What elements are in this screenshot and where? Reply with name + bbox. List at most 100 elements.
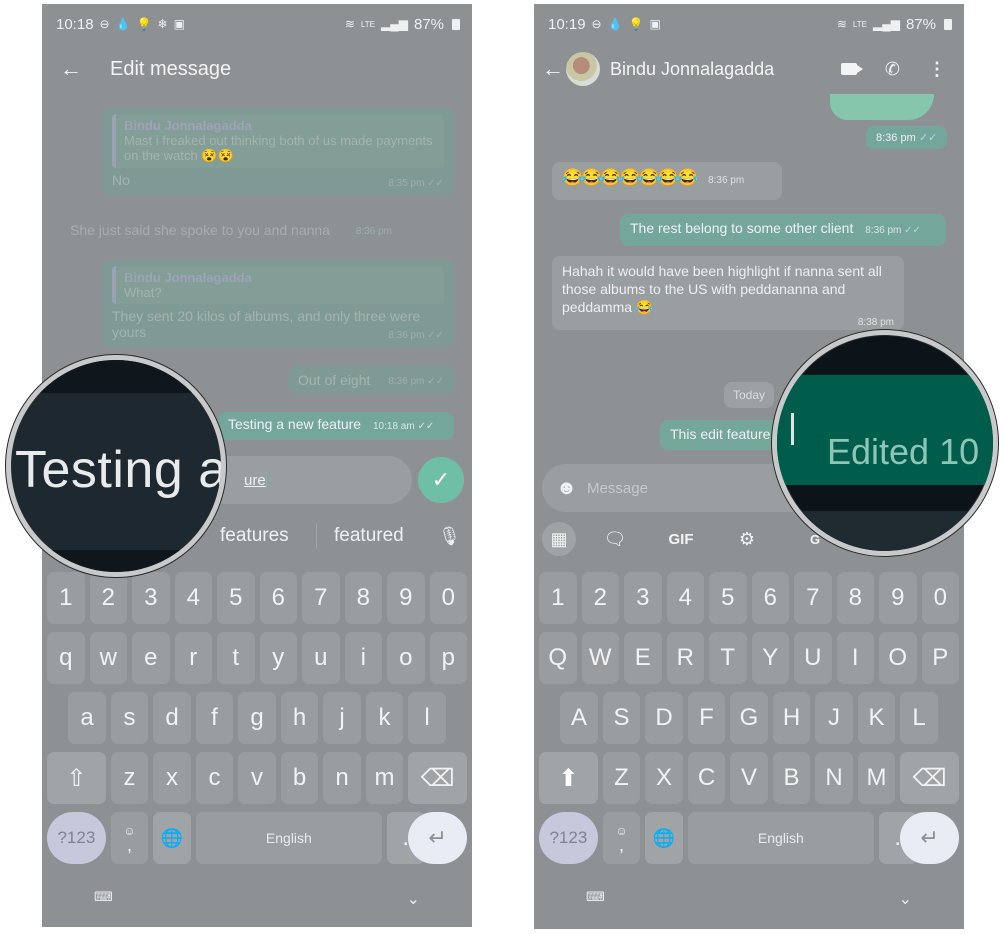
key-g[interactable]: g — [238, 692, 276, 744]
key-u[interactable]: U — [794, 632, 832, 684]
message-bubble-being-edited[interactable]: Testing a new feature 10:18 am ✓✓ — [218, 412, 454, 440]
key-u[interactable]: u — [302, 632, 340, 684]
phone-call-icon[interactable]: ✆ — [885, 59, 900, 80]
key-y[interactable]: Y — [751, 632, 789, 684]
key-v[interactable]: v — [238, 752, 276, 804]
key-3[interactable]: 3 — [132, 572, 170, 624]
key-q[interactable]: Q — [539, 632, 577, 684]
key-c[interactable]: C — [687, 752, 726, 804]
quoted-message[interactable]: Bindu Jonnalagadda Mast i freaked out th… — [112, 114, 444, 168]
key-e[interactable]: E — [624, 632, 662, 684]
key-m[interactable]: m — [365, 752, 404, 804]
key-1[interactable]: 1 — [539, 572, 577, 624]
message-bubble[interactable]: Bindu Jonnalagadda What? They sent 20 ki… — [102, 260, 454, 347]
keyboard-switch-icon[interactable]: ⌨ — [586, 889, 605, 905]
key-1[interactable]: 1 — [47, 572, 85, 624]
spacebar[interactable]: English — [195, 812, 382, 864]
key-b[interactable]: b — [280, 752, 319, 804]
mic-icon[interactable]: 🎙 — [438, 526, 461, 547]
spacebar[interactable]: English — [687, 812, 874, 864]
key-6[interactable]: 6 — [259, 572, 297, 624]
message-bubble[interactable]: She just said she spoke to you and nanna… — [60, 216, 402, 244]
key-w[interactable]: w — [89, 632, 127, 684]
key-l[interactable]: l — [408, 692, 446, 744]
enter-key[interactable]: ↵ — [408, 812, 467, 864]
backspace-key[interactable]: ⌫ — [408, 752, 467, 804]
key-k[interactable]: K — [857, 692, 896, 744]
key-9[interactable]: 9 — [387, 572, 425, 624]
shift-key[interactable]: ⇧ — [47, 752, 106, 804]
key-w[interactable]: W — [581, 632, 619, 684]
key-o[interactable]: o — [387, 632, 425, 684]
key-m[interactable]: M — [857, 752, 896, 804]
key-p[interactable]: P — [921, 632, 959, 684]
key-r[interactable]: R — [666, 632, 704, 684]
back-arrow-icon[interactable]: ← — [42, 56, 96, 82]
message-bubble[interactable]: 8:36 pm ✓✓ — [866, 126, 948, 149]
shift-key[interactable]: ⬆ — [539, 752, 598, 804]
key-t[interactable]: T — [709, 632, 747, 684]
symbols-key[interactable]: ?123 — [539, 812, 598, 864]
message-bubble[interactable]: Bindu Jonnalagadda Mast i freaked out th… — [102, 108, 454, 195]
comma-emoji-key[interactable]: ☺, — [602, 812, 641, 864]
key-p[interactable]: p — [429, 632, 467, 684]
settings-icon[interactable]: ⚙ — [730, 522, 764, 556]
key-f[interactable]: f — [195, 692, 234, 744]
symbols-key[interactable]: ?123 — [47, 812, 106, 864]
hide-keyboard-icon[interactable]: ⌄ — [899, 889, 912, 909]
key-2[interactable]: 2 — [581, 572, 619, 624]
suggestion-item[interactable]: featured — [334, 525, 404, 547]
key-r[interactable]: r — [174, 632, 212, 684]
key-t[interactable]: t — [217, 632, 255, 684]
key-o[interactable]: O — [879, 632, 917, 684]
more-options-icon[interactable]: ⋮ — [928, 59, 946, 80]
message-bubble[interactable]: Hahah it would have been highlight if na… — [552, 256, 904, 330]
key-4[interactable]: 4 — [666, 572, 704, 624]
quoted-message[interactable]: Bindu Jonnalagadda What? — [112, 266, 444, 304]
key-x[interactable]: x — [153, 752, 191, 804]
message-bubble[interactable]: The rest belong to some other client 8:3… — [620, 214, 946, 246]
globe-key[interactable]: 🌐 — [153, 812, 191, 864]
key-g[interactable]: G — [730, 692, 768, 744]
key-4[interactable]: 4 — [174, 572, 212, 624]
emoji-icon[interactable]: ☻ — [556, 477, 577, 500]
key-i[interactable]: I — [836, 632, 874, 684]
key-v[interactable]: V — [730, 752, 768, 804]
key-y[interactable]: y — [259, 632, 297, 684]
key-5[interactable]: 5 — [217, 572, 255, 624]
globe-key[interactable]: 🌐 — [645, 812, 683, 864]
key-j[interactable]: j — [323, 692, 361, 744]
sticker-icon[interactable]: 🗨 — [598, 522, 632, 556]
key-s[interactable]: s — [110, 692, 149, 744]
backspace-key[interactable]: ⌫ — [900, 752, 959, 804]
suggestion-item[interactable]: features — [220, 525, 289, 547]
key-n[interactable]: n — [323, 752, 361, 804]
hide-keyboard-icon[interactable]: ⌄ — [407, 889, 420, 909]
key-i[interactable]: i — [344, 632, 382, 684]
key-0[interactable]: 0 — [921, 572, 959, 624]
key-c[interactable]: c — [195, 752, 234, 804]
key-2[interactable]: 2 — [89, 572, 127, 624]
sticker-image[interactable] — [830, 94, 934, 120]
enter-key[interactable]: ↵ — [900, 812, 959, 864]
key-b[interactable]: B — [772, 752, 811, 804]
key-j[interactable]: J — [815, 692, 853, 744]
key-a[interactable]: A — [560, 692, 598, 744]
key-s[interactable]: S — [602, 692, 641, 744]
key-8[interactable]: 8 — [344, 572, 382, 624]
key-5[interactable]: 5 — [709, 572, 747, 624]
key-x[interactable]: X — [645, 752, 683, 804]
key-z[interactable]: z — [110, 752, 149, 804]
contact-name[interactable]: Bindu Jonnalagadda — [610, 59, 841, 80]
apps-grid-icon[interactable]: ▦ — [542, 522, 576, 556]
message-bubble[interactable]: Out of eight 8:36 pm ✓✓ — [288, 366, 454, 394]
key-6[interactable]: 6 — [751, 572, 789, 624]
key-h[interactable]: h — [280, 692, 319, 744]
key-n[interactable]: N — [815, 752, 853, 804]
key-l[interactable]: L — [900, 692, 938, 744]
key-z[interactable]: Z — [602, 752, 641, 804]
key-a[interactable]: a — [68, 692, 106, 744]
key-0[interactable]: 0 — [429, 572, 467, 624]
message-bubble[interactable]: 😂😂😂😂😂😂😂 8:36 pm — [552, 162, 782, 200]
video-call-icon[interactable] — [840, 63, 863, 75]
